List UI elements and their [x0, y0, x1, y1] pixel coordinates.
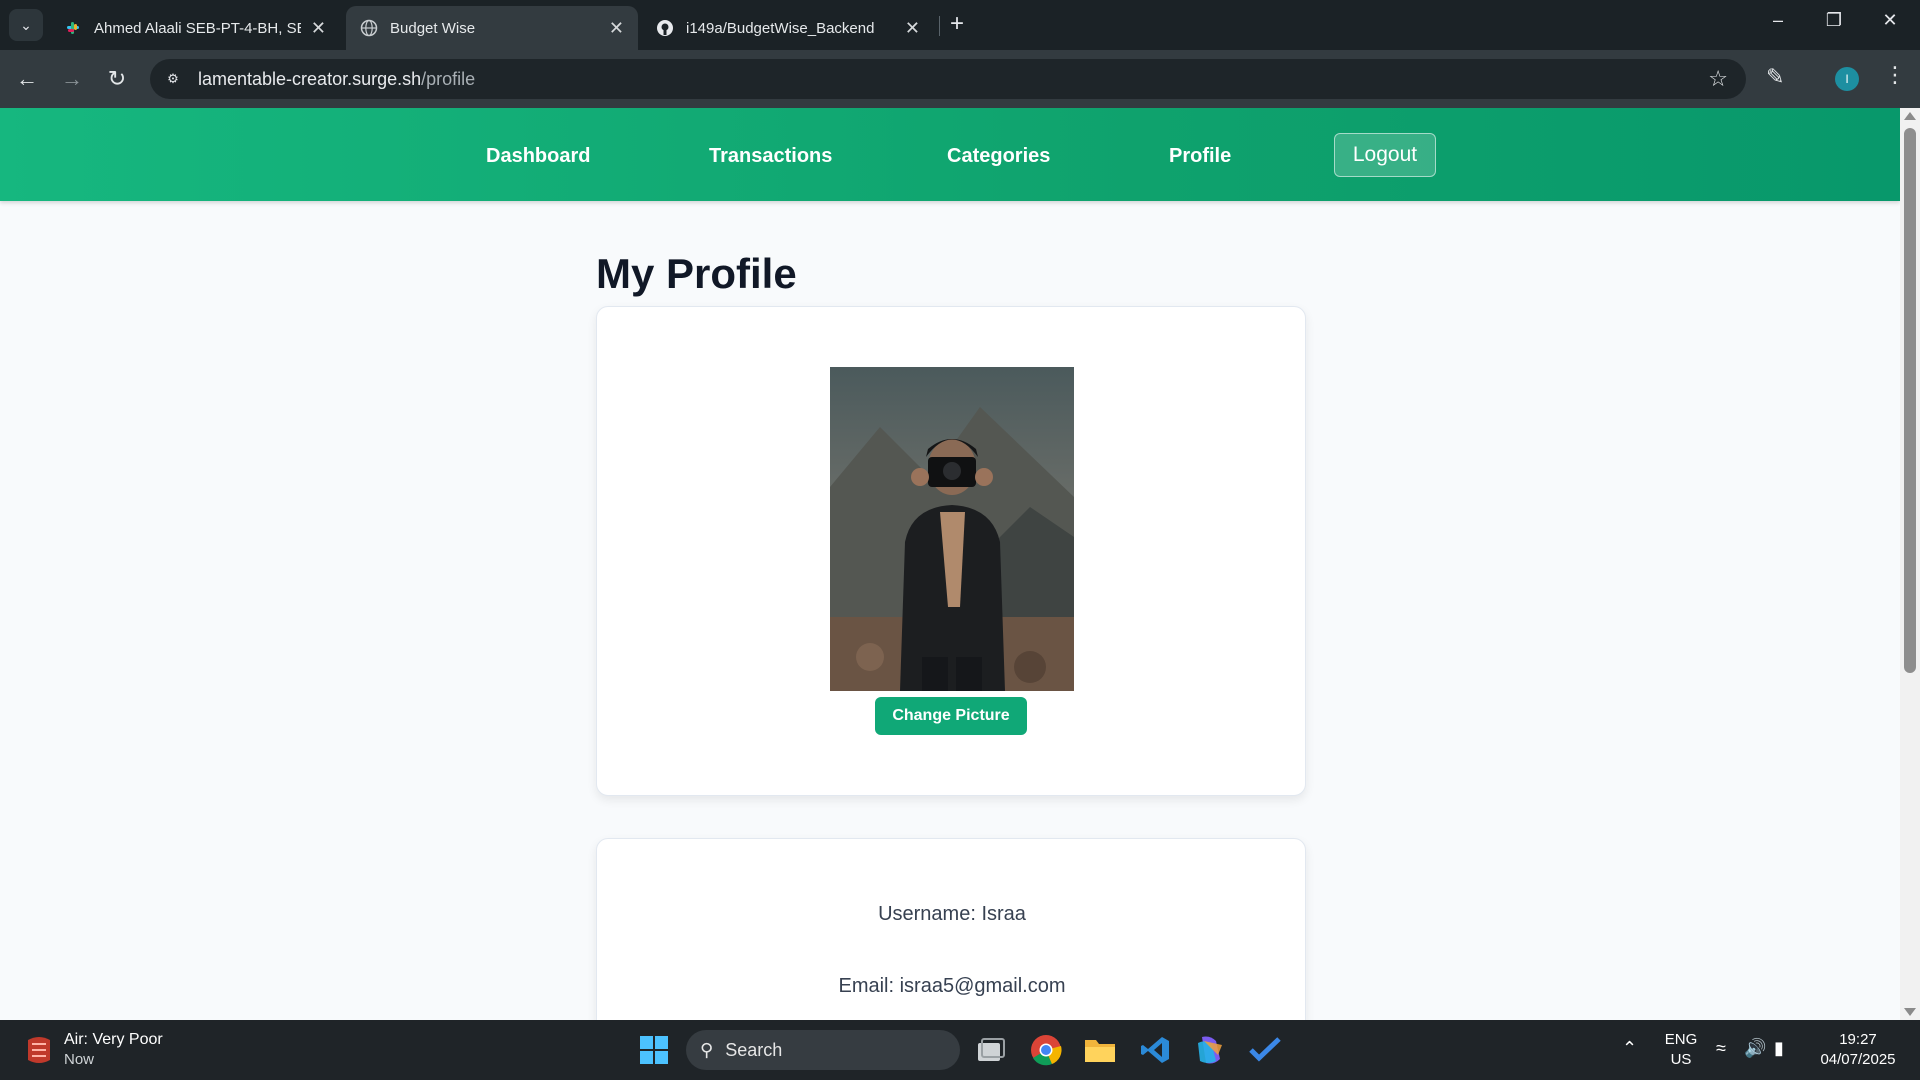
chevron-down-icon: ⌄ [20, 16, 32, 33]
vscode-icon[interactable] [1137, 1032, 1173, 1068]
more-menu-icon[interactable]: ⋮ [1884, 62, 1906, 88]
close-window-icon[interactable]: ✕ [1870, 10, 1910, 31]
volume-icon[interactable]: 🔊 [1744, 1038, 1766, 1059]
task-view-icon[interactable] [973, 1032, 1009, 1068]
file-explorer-icon[interactable] [1082, 1032, 1118, 1068]
address-bar[interactable]: ⚙ lamentable-creator.surge.sh/profile ☆ [150, 59, 1746, 99]
restore-icon[interactable]: ❐ [1814, 10, 1854, 31]
reload-icon[interactable]: ↻ [102, 64, 132, 94]
app-navbar: Dashboard Transactions Categories Profil… [0, 108, 1900, 201]
tab-search-button[interactable]: ⌄ [9, 9, 43, 41]
minimize-icon[interactable]: – [1758, 10, 1798, 31]
profile-info-card: Username: Israa Email: israa5@gmail.com [596, 838, 1306, 1020]
close-icon[interactable]: ✕ [609, 18, 624, 39]
page-viewport: Dashboard Transactions Categories Profil… [0, 108, 1900, 1020]
windows-start-icon[interactable] [636, 1032, 672, 1068]
todo-icon[interactable] [1247, 1032, 1283, 1068]
github-icon [656, 19, 674, 37]
chevron-up-icon[interactable]: ⌃ [1622, 1038, 1637, 1059]
battery-icon[interactable]: ▮ [1774, 1038, 1784, 1059]
change-picture-button[interactable]: Change Picture [875, 697, 1027, 735]
url-text[interactable]: lamentable-creator.surge.sh/profile [198, 69, 475, 90]
air-quality-icon[interactable] [24, 1034, 54, 1066]
site-info-icon[interactable]: ⚙ [160, 66, 186, 92]
new-tab-button[interactable]: + [950, 12, 964, 36]
logout-button[interactable]: Logout [1334, 133, 1436, 177]
profile-photo [830, 367, 1074, 691]
windows-taskbar: Air: Very Poor Now ⚲ Search ⌃ ENG US ≈ 🔊… [0, 1020, 1920, 1080]
username-text: Username: Israa [878, 903, 1026, 925]
nav-categories[interactable]: Categories [947, 145, 1050, 168]
region-text: US [1670, 1051, 1692, 1068]
tab-title: i149a/BudgetWise_Backend [686, 19, 875, 37]
tab-budget-wise[interactable]: Budget Wise ✕ [346, 6, 638, 50]
page-scrollbar[interactable] [1900, 108, 1920, 1020]
close-icon[interactable]: ✕ [905, 18, 920, 39]
tab-divider [939, 16, 940, 36]
url-path: /profile [421, 68, 476, 89]
page-title: My Profile [596, 250, 797, 297]
slack-icon [64, 19, 82, 37]
tab-strip: ⌄ Ahmed Alaali SEB-PT-4-BH, SEB ✕ Budget… [0, 0, 1920, 50]
nav-dashboard[interactable]: Dashboard [486, 145, 590, 168]
nav-transactions[interactable]: Transactions [709, 145, 832, 168]
chrome-icon[interactable] [1028, 1032, 1064, 1068]
email-text: Email: israa5@gmail.com [838, 975, 1066, 997]
forward-icon[interactable]: → [57, 64, 87, 94]
weather-widget[interactable]: Air: Very Poor Now [64, 1030, 163, 1070]
scroll-up-icon[interactable] [1904, 112, 1916, 120]
scroll-down-icon[interactable] [1904, 1008, 1916, 1016]
tab-title: Ahmed Alaali SEB-PT-4-BH, SEB [94, 19, 301, 37]
search-icon: ⚲ [700, 1039, 714, 1060]
back-icon[interactable]: ← [12, 64, 42, 94]
nav-profile[interactable]: Profile [1169, 145, 1231, 168]
bookmark-star-icon[interactable]: ☆ [1708, 66, 1728, 92]
lang-text: ENG [1664, 1031, 1698, 1048]
clock[interactable]: 19:27 04/07/2025 [1808, 1030, 1908, 1070]
wifi-icon[interactable]: ≈ [1716, 1038, 1726, 1059]
browser-toolbar: ← → ↻ ⚙ lamentable-creator.surge.sh/prof… [0, 50, 1920, 108]
search-label: Search [725, 1039, 783, 1060]
time-text: 19:27 [1839, 1031, 1877, 1048]
m365-icon[interactable] [1192, 1032, 1228, 1068]
scroll-thumb[interactable] [1904, 128, 1916, 673]
date-text: 04/07/2025 [1820, 1051, 1896, 1068]
extensions-icon[interactable]: ✎ [1766, 64, 1784, 90]
url-host: lamentable-creator.surge.sh [198, 68, 422, 89]
tab-slack[interactable]: Ahmed Alaali SEB-PT-4-BH, SEB ✕ [50, 6, 340, 50]
close-icon[interactable]: ✕ [311, 18, 326, 39]
language-indicator[interactable]: ENG US [1660, 1030, 1702, 1070]
weather-sub: Now [64, 1051, 95, 1068]
globe-icon [360, 19, 378, 37]
profile-picture-card: Change Picture [596, 306, 1306, 796]
tab-github[interactable]: i149a/BudgetWise_Backend ✕ [642, 6, 934, 50]
weather-title: Air: Very Poor [64, 1031, 163, 1048]
taskbar-search[interactable]: ⚲ Search [686, 1030, 960, 1070]
profile-avatar[interactable]: I [1835, 67, 1859, 91]
tab-title: Budget Wise [390, 19, 476, 37]
